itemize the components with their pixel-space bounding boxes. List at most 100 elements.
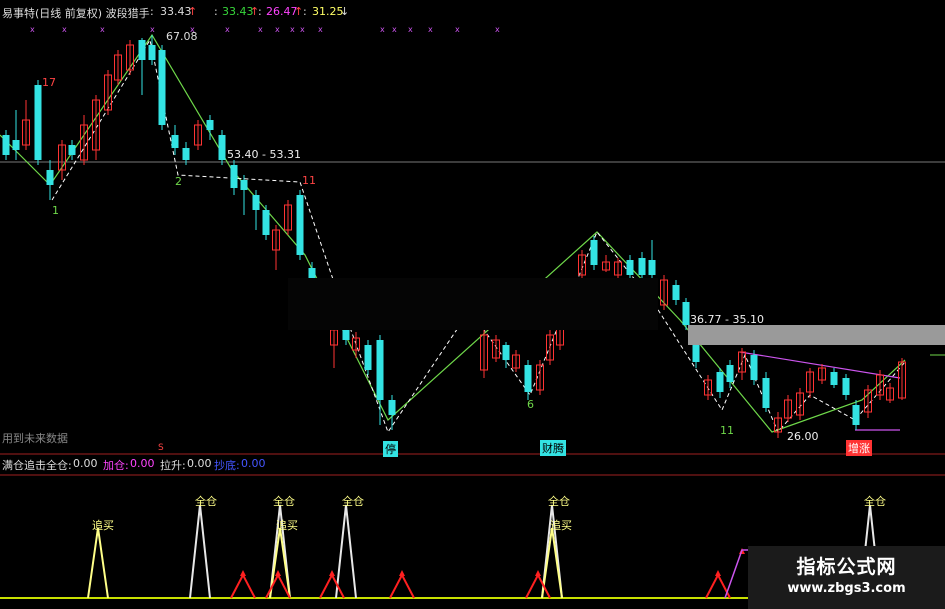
candle-body [12,140,20,150]
candle-body [852,405,860,425]
full-signal-spike [335,504,357,599]
header-separator: : [303,5,307,18]
candle-body [34,85,42,160]
header-separator: : [214,5,218,18]
sub-indicator-title: 满仓追击 [2,459,46,472]
purple-x-marker: x [30,25,35,34]
purple-x-marker: x [290,25,295,34]
wave-count-label: 1 [52,204,59,217]
wealth-marker: 财腾 [540,440,566,456]
chase-signal-spike [87,527,109,599]
candle-body [750,355,758,380]
band-label-2: 36.77 - 35.10 [690,313,764,326]
red-signal-marker [240,570,246,576]
candle-body [68,145,76,155]
candle-body [726,365,734,382]
candle-body [158,50,166,125]
chase-signal-label: 追买 [276,519,298,532]
add-signal-spike [389,572,415,599]
peak-price-label: 67.08 [166,30,198,43]
header-value-3: 26.47 [266,5,298,18]
price-band-highlight [688,325,945,345]
candle-body [171,135,179,148]
red-signal-marker [535,570,541,576]
full-signal-label: 全仓 [342,495,364,508]
indicator-title: 易事特(日线 前复权) 波段猎手 [2,7,150,20]
candle-body [524,365,532,392]
purple-x-marker: x [455,25,460,34]
purple-x-marker: x [495,25,500,34]
growth-marker: 增涨 [846,440,872,456]
pull-up-label: 拉升: [160,459,186,472]
bottom-buy-label: 抄底: [214,459,240,472]
candle-body [296,195,304,255]
candle-body [46,170,54,185]
watermark-url: www.zbgs3.com [787,581,906,596]
candle-body [342,330,350,340]
candle-body [692,345,700,362]
up-arrow-icon: ↑ [294,5,304,18]
full-signal-spike [189,504,211,599]
band-label-1: 53.40 - 53.31 [227,148,301,161]
candle-body [230,165,238,188]
candle-body [148,45,156,60]
red-signal-marker [715,570,721,576]
wave-count-label: 11 [720,424,734,437]
purple-x-marker: x [225,25,230,34]
wave-count-label: 17 [42,76,56,89]
candle-body [138,40,146,60]
resistance-line [739,351,901,379]
s-marker: S [158,443,164,453]
full-signal-label: 全仓 [864,495,886,508]
candle-body [672,285,680,300]
candle-body [240,180,248,190]
up-arrow-icon: ↑ [188,5,198,18]
header-value-4: 31.25 [312,5,344,18]
bottom-buy-value: 0.00 [241,457,266,470]
candle-body [830,372,838,385]
add-signal-spike [319,572,345,599]
purple-x-marker: x [380,25,385,34]
candle-body [218,135,226,160]
header-value-1: 33.43 [160,5,192,18]
red-signal-marker [329,570,335,576]
candle-body [182,148,190,160]
candle-body [682,302,690,325]
full-position-value: 0.00 [73,457,98,470]
add-position-label: 加仓: [103,459,129,472]
purple-x-marker: x [408,25,413,34]
purple-x-marker: x [150,25,155,34]
redacted-area-top [535,0,945,140]
pull-up-value: 0.00 [187,457,212,470]
watermark-title: 指标公式网 [796,556,897,578]
purple-x-marker: x [258,25,263,34]
candle-body [648,260,656,275]
full-signal-label: 全仓 [548,495,570,508]
candle-body [626,260,634,275]
site-watermark: 指标公式网 www.zbgs3.com [748,546,945,609]
purple-x-marker: x [275,25,280,34]
candle-body [252,195,260,210]
candle-body [2,135,10,155]
header-value-2: 33.43 [222,5,254,18]
full-signal-label: 全仓 [195,495,217,508]
chase-signal-label: 追买 [92,519,114,532]
candle-body [762,378,770,408]
full-position-label: 全仓: [46,459,72,472]
chase-signal-label: 追买 [550,519,572,532]
candle-body [590,240,598,265]
wave-count-label: 11 [302,174,316,187]
red-signal-marker [399,570,405,576]
red-signal-marker [275,570,281,576]
wave-count-label: 6 [527,398,534,411]
candle-body [206,120,214,130]
purple-x-marker: x [300,25,305,34]
candle-body [376,340,384,400]
stop-marker: 停 [383,441,398,457]
low-price-label: 26.00 [787,430,819,443]
candle-body [262,210,270,235]
candle-body [842,378,850,395]
full-signal-label: 全仓 [273,495,295,508]
header-separator: : [150,5,154,18]
purple-x-marker: x [318,25,323,34]
